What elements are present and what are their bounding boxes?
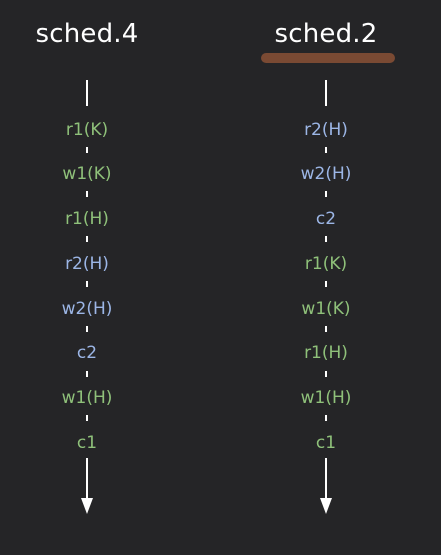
- time-arrow-icon: [81, 498, 93, 514]
- operation-label: r2(H): [65, 254, 109, 274]
- timeline-dash: [325, 191, 327, 197]
- timeline-dash: [86, 191, 88, 197]
- operation-label: r1(K): [65, 120, 109, 140]
- schedule-title: sched.4: [35, 19, 139, 49]
- timeline-dash: [86, 371, 88, 377]
- timeline-dash: [325, 415, 327, 421]
- operation-label: r2(H): [304, 120, 348, 140]
- operation-label: w2(H): [61, 299, 113, 319]
- timeline-tail: [86, 458, 88, 502]
- timeline-start: [325, 80, 327, 106]
- operation-label: c2: [76, 343, 98, 363]
- operation-label: w1(H): [61, 388, 113, 408]
- operation-label: c1: [315, 433, 337, 453]
- timeline-start: [86, 80, 88, 106]
- operation-label: w1(K): [301, 299, 351, 319]
- timeline-dash: [325, 147, 327, 153]
- operation-label: r1(H): [304, 343, 348, 363]
- timeline-dash: [86, 281, 88, 287]
- timeline-dash: [325, 326, 327, 332]
- schedule-sched2: sched.2 r2(H) w2(H) c2 r1(K) w1(K) r1(H)…: [236, 0, 416, 555]
- timeline-dash: [86, 326, 88, 332]
- operation-label: r1(H): [65, 209, 109, 229]
- title-highlight: [261, 53, 395, 63]
- timeline-dash: [325, 281, 327, 287]
- schedule-title: sched.2: [274, 19, 378, 49]
- time-arrow-icon: [320, 498, 332, 514]
- operation-label: r1(K): [304, 254, 348, 274]
- operation-label: w1(K): [62, 164, 112, 184]
- timeline-dash: [86, 415, 88, 421]
- schedule-sched4: sched.4 r1(K) w1(K) r1(H) r2(H) w2(H) c2…: [0, 0, 177, 555]
- timeline-dash: [325, 236, 327, 242]
- operation-label: w2(H): [300, 164, 352, 184]
- timeline-dash: [325, 371, 327, 377]
- timeline-tail: [325, 458, 327, 502]
- operation-label: c1: [76, 433, 98, 453]
- timeline-dash: [86, 236, 88, 242]
- operation-label: c2: [315, 209, 337, 229]
- operation-label: w1(H): [300, 388, 352, 408]
- timeline-dash: [86, 147, 88, 153]
